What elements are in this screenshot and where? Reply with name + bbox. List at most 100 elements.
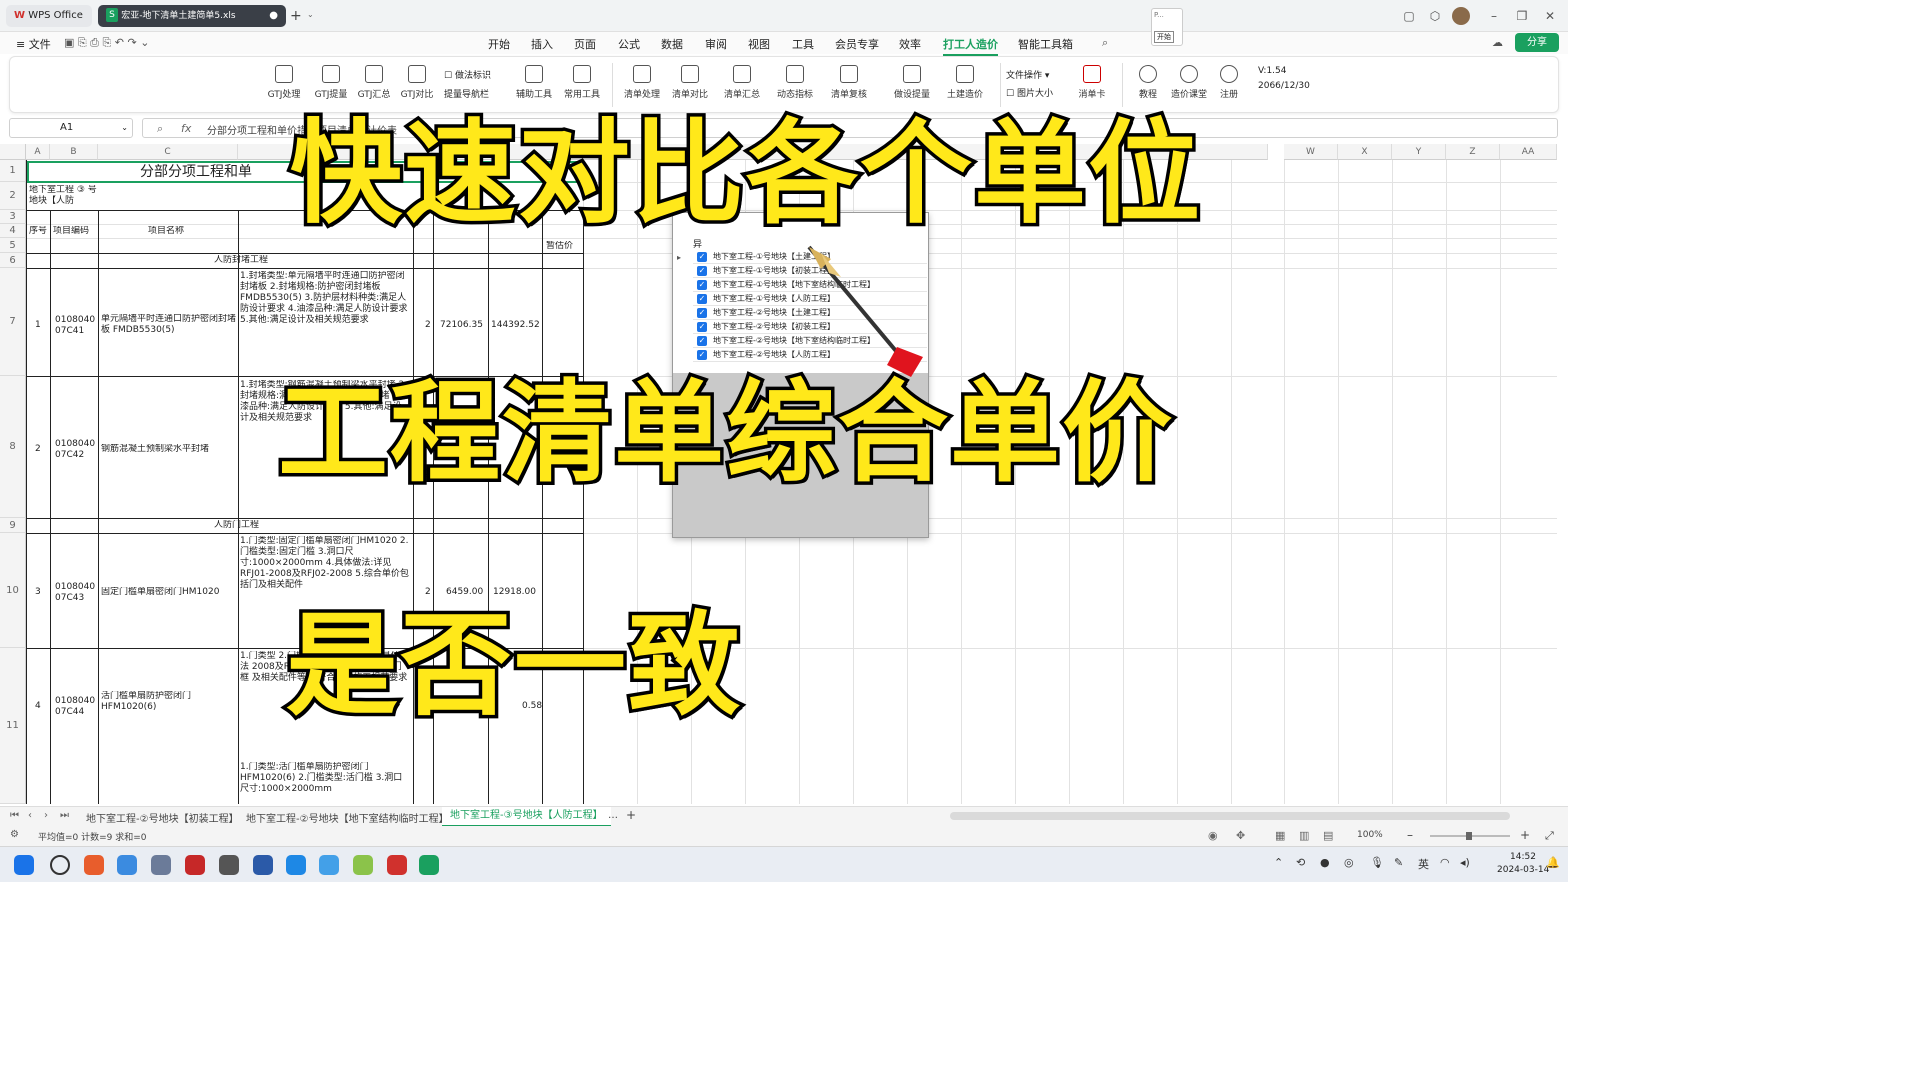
ribbon-btn-5[interactable]: 常用工具 [560,63,604,109]
menu-item-2[interactable]: 页面 [574,36,596,52]
minimize-icon[interactable]: – [1486,8,1502,24]
row-header-10[interactable]: 10 [0,533,26,648]
ribbon-btn-10[interactable]: 清单复核 [827,63,871,109]
ribbon-btn-1[interactable]: GTJ提量 [309,63,353,109]
zoom-slider-handle[interactable] [1466,832,1472,840]
mark-method-checkbox[interactable]: ☐ 做法标识 [444,68,491,81]
checkbox-icon[interactable]: ✓ [697,252,707,262]
ribbon-btn-15[interactable]: 造价课堂 [1167,63,1211,109]
row-header-1[interactable]: 1 [0,160,26,182]
row-header-7[interactable]: 7 [0,268,26,376]
checkbox-icon[interactable]: ✓ [697,336,707,346]
checkbox-icon[interactable]: ✓ [697,350,707,360]
col-header-y[interactable]: Y [1392,144,1446,160]
sheet-nav-first-icon[interactable]: ⏮ [10,810,19,821]
ribbon-btn-13[interactable]: 消单卡 [1070,63,1114,109]
menu-item-6[interactable]: 视图 [748,36,770,52]
ribbon-btn-0[interactable]: GTJ处理 [262,63,306,109]
menu-item-11[interactable]: 智能工具箱 [1018,36,1073,52]
horizontal-scrollbar[interactable] [950,812,1510,820]
checkbox-icon[interactable]: ✓ [697,280,707,290]
zoom-in-button[interactable]: + [1520,828,1530,842]
pen-icon[interactable]: ✎ [1394,856,1403,869]
ribbon-btn-8[interactable]: 清单汇总 [720,63,764,109]
extract-nav-toggle[interactable]: 提量导航栏 [444,87,489,100]
notepad-icon[interactable] [151,855,171,875]
menu-item-4[interactable]: 数据 [661,36,683,52]
ribbon-btn-4[interactable]: 辅助工具 [512,63,556,109]
add-sheet-button[interactable]: + [626,808,636,822]
share-button[interactable]: 分享 [1515,33,1559,52]
checkbox-icon[interactable]: ✓ [697,322,707,332]
page-layout-icon[interactable]: ▥ [1299,829,1309,842]
sheet-nav-prev-icon[interactable]: ‹ [28,810,32,821]
zoom-icon[interactable]: ⌕ [157,122,163,136]
wifi-icon[interactable]: ◠ [1440,856,1450,869]
crosshair-icon[interactable]: ✥ [1236,829,1245,842]
mic-icon[interactable]: 🎙 [1370,856,1384,869]
quick-access-toolbar[interactable]: ▣ ⎘ ⎙ ⎘ ↶ ↷ ⌄ [64,36,149,50]
windows-start-icon[interactable] [14,855,34,875]
row-header-8[interactable]: 8 [0,376,26,518]
tray-icon[interactable]: ◎ [1344,856,1354,869]
row-header-4[interactable]: 4 [0,224,26,238]
app-icon[interactable] [353,855,373,875]
checkbox-icon[interactable]: ✓ [697,294,707,304]
row-header-9[interactable]: 9 [0,518,26,533]
close-tab-icon[interactable]: ● [269,5,278,27]
doc-tab[interactable]: S 宏亚-地下清单土建简单5.xls ● [98,5,286,27]
select-all-corner[interactable] [0,144,26,160]
col-header-aa[interactable]: AA [1500,144,1557,160]
sheet-nav-last-icon[interactable]: ⏭ [60,810,69,821]
browser-icon[interactable] [319,855,339,875]
col-header-a[interactable]: A [26,144,50,160]
menu-item-3[interactable]: 公式 [618,36,640,52]
menu-item-1[interactable]: 插入 [531,36,553,52]
ribbon-btn-2[interactable]: GTJ汇总 [352,63,396,109]
sheet-nav-next-icon[interactable]: › [44,810,48,821]
restore-icon[interactable]: ❐ [1514,8,1530,24]
avatar[interactable] [1452,7,1470,25]
more-sheets-button[interactable]: … [608,810,618,821]
menu-item-9[interactable]: 效率 [899,36,921,52]
ribbon-btn-7[interactable]: 清单对比 [668,63,712,109]
ribbon-btn-9[interactable]: 动态指标 [773,63,817,109]
menu-item-8[interactable]: 会员专享 [835,36,879,52]
menu-item-0[interactable]: 开始 [488,36,510,52]
wps-icon[interactable] [387,855,407,875]
normal-view-icon[interactable]: ▦ [1275,829,1285,842]
row-header-11[interactable]: 11 [0,648,26,804]
tray-icon[interactable]: ⟲ [1296,856,1305,869]
row-header-6[interactable]: 6 [0,253,26,268]
file-ops-dropdown[interactable]: 文件操作 ▾ [1006,68,1049,81]
ribbon-btn-11[interactable]: 做设提量 [890,63,934,109]
zoom-level[interactable]: 100% [1357,830,1383,840]
col-header-c[interactable]: C [98,144,238,160]
fx-icon[interactable]: fx [181,122,191,135]
app-icon[interactable] [219,855,239,875]
col-header-x[interactable]: X [1338,144,1392,160]
app-tab[interactable]: W WPS Office [6,5,92,27]
clock-time[interactable]: 14:52 [1510,852,1536,862]
tray-icon[interactable]: ● [1320,856,1330,869]
notification-bell-icon[interactable]: 🔔 [1546,856,1560,869]
ime-indicator[interactable]: 英 [1418,856,1429,872]
cube-icon[interactable]: ⬡ [1427,8,1443,24]
tab-dropdown-icon[interactable]: ⌄ [307,10,314,19]
checkbox-icon[interactable]: ✓ [697,266,707,276]
copilot-icon[interactable] [84,855,104,875]
page-break-icon[interactable]: ▤ [1323,829,1333,842]
ribbon-btn-14[interactable]: 教程 [1126,63,1170,109]
fullscreen-icon[interactable]: ⤢ [1545,829,1554,843]
image-size-checkbox[interactable]: ☐ 图片大小 [1006,86,1053,99]
name-box[interactable]: A1 ⌄ [9,118,133,138]
spreadsheet-icon[interactable] [419,855,439,875]
explorer-icon[interactable] [117,855,137,875]
expand-arrow-icon[interactable]: ▸ [677,253,681,262]
sheet-tab-active[interactable]: 地下室工程-③号地块【人防工程】 [442,807,611,827]
sheet-tab[interactable]: 地下室工程-②号地块【地下室结构临时工程】 [246,810,449,825]
menu-item-5[interactable]: 审阅 [705,36,727,52]
app-icon[interactable] [286,855,306,875]
eye-icon[interactable]: ◉ [1208,829,1218,842]
menu-item-10[interactable]: 打工人造价 [943,36,998,56]
